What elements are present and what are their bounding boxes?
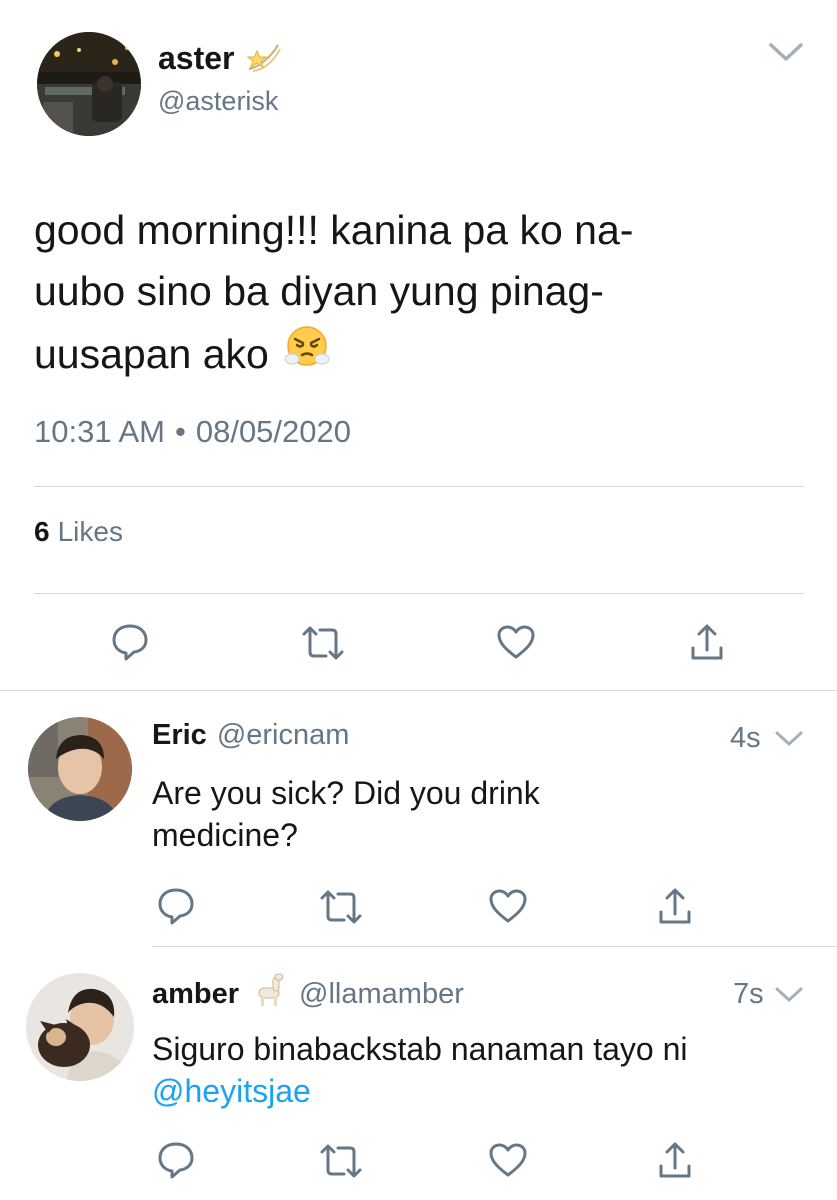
reply-icon[interactable]: [110, 622, 150, 662]
share-icon[interactable]: [656, 1140, 694, 1180]
like-icon[interactable]: [488, 1142, 528, 1178]
reply-time[interactable]: 4s: [730, 722, 761, 755]
reply-text: Are you sick? Did you drink medicine?: [152, 772, 540, 856]
author-name-row: aster: [158, 38, 283, 78]
reply-handle[interactable]: @llamamber: [299, 978, 464, 1011]
reply-avatar-eric[interactable]: [28, 717, 132, 821]
share-icon[interactable]: [656, 886, 694, 926]
face-with-steam-from-nose-icon: [283, 322, 331, 387]
amber-photo: [26, 973, 134, 1081]
night-city-photo: [37, 32, 141, 136]
tweet-timestamp[interactable]: 10:31 AM • 08/05/2020: [34, 414, 351, 450]
eric-photo: [28, 717, 132, 821]
tweet-text-line: uusapan ako: [34, 322, 633, 387]
reply-time[interactable]: 7s: [733, 978, 764, 1011]
tweet-text-line: uubo sino ba diyan yung pinag-: [34, 268, 604, 314]
reply-handle[interactable]: @ericnam: [217, 719, 350, 752]
retweet-icon[interactable]: [300, 624, 346, 662]
tweet-text-line-3: uusapan ako: [34, 331, 269, 377]
tweet-text: good morning!!! kanina pa ko na- uubo si…: [34, 200, 633, 387]
author-handle[interactable]: @asterisk: [158, 86, 278, 117]
divider: [34, 593, 804, 594]
tweet-text-line: good morning!!! kanina pa ko na-: [34, 207, 634, 253]
reply-header: Eric @ericnam: [152, 719, 349, 752]
like-icon[interactable]: [488, 888, 528, 924]
retweet-icon[interactable]: [318, 1142, 364, 1180]
reply-name[interactable]: amber: [152, 978, 239, 1011]
tweet-time: 10:31 AM: [34, 414, 165, 449]
reply-icon[interactable]: [156, 886, 196, 926]
tweet-date: 08/05/2020: [195, 414, 351, 449]
author-name[interactable]: aster: [158, 40, 235, 77]
likes-count: 6: [34, 516, 50, 547]
divider: [0, 690, 837, 691]
llama-icon: [251, 972, 287, 1016]
like-icon[interactable]: [496, 624, 536, 660]
chevron-down-icon[interactable]: [774, 985, 804, 1005]
divider: [34, 486, 804, 487]
chevron-down-icon[interactable]: [774, 729, 804, 749]
reply-text-line: Are you sick? Did you drink: [152, 775, 540, 811]
share-icon[interactable]: [688, 622, 726, 662]
reply-icon[interactable]: [156, 1140, 196, 1180]
dizzy-icon: [245, 37, 283, 80]
reply-text-line: Siguro binabackstab nanaman tayo ni: [152, 1031, 688, 1067]
timestamp-separator: •: [174, 414, 186, 449]
author-avatar[interactable]: [37, 32, 141, 136]
chevron-down-icon[interactable]: [767, 40, 805, 64]
reply-text-line: medicine?: [152, 817, 298, 853]
mention-link[interactable]: @heyitsjae: [152, 1070, 687, 1112]
reply-name[interactable]: Eric: [152, 719, 207, 752]
divider: [152, 946, 837, 947]
likes-label: Likes: [57, 516, 123, 547]
reply-text: Siguro binabackstab nanaman tayo ni @hey…: [152, 1028, 687, 1112]
likes-count-link[interactable]: 6 Likes: [34, 516, 123, 548]
retweet-icon[interactable]: [318, 888, 364, 926]
reply-header: amber @llamamber: [152, 973, 464, 1012]
reply-avatar-amber[interactable]: [26, 973, 134, 1081]
